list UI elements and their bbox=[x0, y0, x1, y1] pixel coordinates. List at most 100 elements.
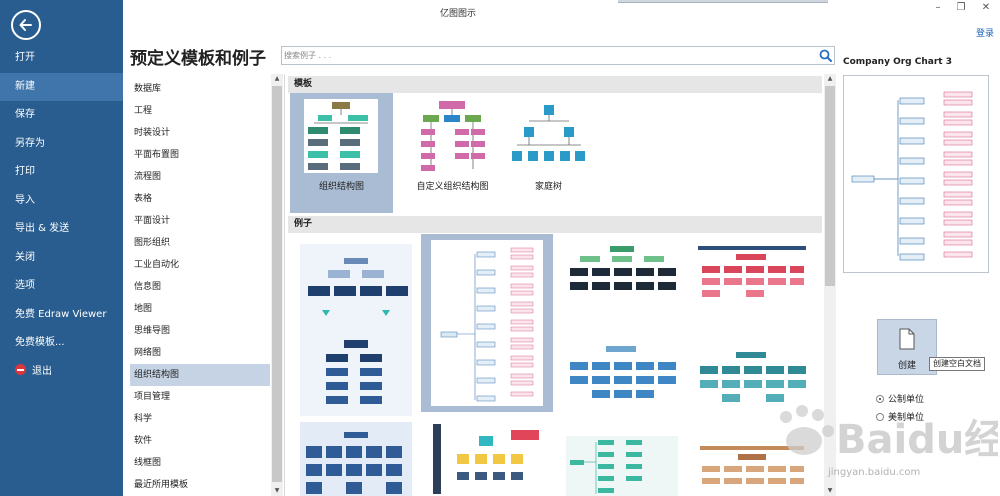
example-org-chart-red[interactable] bbox=[690, 238, 822, 416]
create-button[interactable]: 创建 bbox=[877, 319, 937, 375]
example-org-chart-green[interactable] bbox=[558, 238, 690, 416]
category-item[interactable]: 科学 bbox=[130, 408, 270, 430]
category-item[interactable]: 图形组织 bbox=[130, 232, 270, 254]
menu-item-label: 另存为 bbox=[15, 138, 45, 149]
svg-text:Baidu经验: Baidu经验 bbox=[836, 417, 998, 463]
category-item[interactable]: 工业自动化 bbox=[130, 254, 270, 276]
menu-item-label: 退出 bbox=[32, 366, 52, 377]
menu-item-label: 打印 bbox=[15, 166, 35, 177]
search-input[interactable] bbox=[284, 48, 804, 63]
menu-item-label: 免费 Edraw Viewer bbox=[15, 309, 107, 320]
menu-item-label: 打开 bbox=[15, 52, 35, 63]
menu-item-save[interactable]: 保存 bbox=[0, 101, 123, 129]
examples-section-header: 例子 bbox=[288, 216, 822, 233]
templates-section-header: 模板 bbox=[288, 76, 822, 93]
example-company-org-chart-3[interactable] bbox=[421, 234, 553, 412]
scroll-up-icon[interactable]: ▲ bbox=[824, 74, 836, 84]
close-icon[interactable]: ✕ bbox=[978, 2, 994, 13]
example-org-chart-yellow[interactable] bbox=[421, 418, 553, 496]
category-item[interactable]: 流程图 bbox=[130, 166, 270, 188]
arrow-left-icon bbox=[19, 19, 32, 31]
category-item[interactable]: 软件 bbox=[130, 430, 270, 452]
menu-item-label: 关闭 bbox=[15, 252, 35, 263]
category-item[interactable]: 思维导图 bbox=[130, 320, 270, 342]
preview-thumbnail bbox=[843, 75, 989, 273]
create-tooltip: 创建空白文档 bbox=[929, 357, 985, 371]
watermark-url: jingyan.baidu.com bbox=[828, 467, 921, 478]
org-chart-thumbnail bbox=[304, 99, 378, 173]
scrollbar-thumb[interactable] bbox=[272, 86, 282, 482]
category-item[interactable]: 工程 bbox=[130, 100, 270, 122]
category-item[interactable]: 数据库 bbox=[130, 78, 270, 100]
category-item[interactable]: 时装设计 bbox=[130, 122, 270, 144]
category-scrollbar[interactable]: ▲ ▼ bbox=[271, 74, 283, 496]
menu-item-new[interactable]: 新建 bbox=[0, 73, 123, 101]
example-thumbnail bbox=[431, 240, 543, 406]
template-family-tree[interactable]: 家庭树 bbox=[497, 93, 600, 213]
menu-item-label: 新建 bbox=[15, 81, 35, 92]
menu-item-exit[interactable]: 退出 bbox=[0, 358, 123, 386]
category-item[interactable]: 平面布置图 bbox=[130, 144, 270, 166]
template-org-chart[interactable]: 组织结构图 bbox=[290, 93, 393, 213]
menu-item-label: 免费模板... bbox=[15, 337, 65, 348]
category-item[interactable]: 表格 bbox=[130, 188, 270, 210]
login-link[interactable]: 登录 bbox=[976, 26, 994, 39]
back-button[interactable] bbox=[11, 10, 41, 40]
new-document-icon bbox=[899, 328, 915, 350]
menu-item-label: 导入 bbox=[15, 195, 35, 206]
menu-item-label: 选项 bbox=[15, 280, 35, 291]
search-icon[interactable] bbox=[819, 49, 832, 62]
menu-item-free-viewer[interactable]: 免费 Edraw Viewer bbox=[0, 301, 123, 329]
family-tree-thumbnail bbox=[511, 99, 585, 173]
page-title: 预定义模板和例子 bbox=[130, 49, 266, 69]
restore-icon[interactable]: ❐ bbox=[953, 2, 969, 13]
category-item[interactable]: 地图 bbox=[130, 298, 270, 320]
template-label: 组织结构图 bbox=[318, 182, 364, 192]
app-window: 打开 新建 保存 另存为 打印 导入 导出 & 发送 关闭 选项 免费 Edra… bbox=[0, 0, 1000, 496]
example-thumbnail bbox=[566, 342, 678, 414]
category-item[interactable]: 网络图 bbox=[130, 342, 270, 364]
floating-panel-edge bbox=[618, 0, 828, 3]
example-thumbnail bbox=[300, 244, 412, 416]
menu-item-close[interactable]: 关闭 bbox=[0, 244, 123, 272]
minimize-icon[interactable]: – bbox=[930, 2, 946, 13]
preview-title: Company Org Chart 3 bbox=[843, 57, 952, 67]
search-box bbox=[281, 46, 835, 65]
scroll-up-icon[interactable]: ▲ bbox=[271, 74, 283, 84]
example-org-chart-blue-photos[interactable] bbox=[296, 418, 428, 496]
scroll-down-icon[interactable]: ▼ bbox=[271, 486, 283, 496]
menu-item-free-templates[interactable]: 免费模板... bbox=[0, 329, 123, 357]
template-label: 家庭树 bbox=[534, 182, 562, 192]
category-item[interactable]: 最近所用模板 bbox=[130, 474, 270, 496]
radio-selected-icon bbox=[876, 395, 884, 403]
menu-item-label: 保存 bbox=[15, 109, 35, 120]
example-thumbnail bbox=[566, 436, 678, 496]
window-title: 亿图图示 bbox=[440, 9, 477, 19]
template-custom-org-chart[interactable]: 自定义组织结构图 bbox=[401, 93, 504, 213]
menu-item-options[interactable]: 选项 bbox=[0, 272, 123, 300]
example-org-chart-1[interactable] bbox=[296, 238, 428, 416]
category-item[interactable]: 项目管理 bbox=[130, 386, 270, 408]
example-org-chart-teal[interactable] bbox=[558, 418, 690, 496]
category-item-selected[interactable]: 组织结构图 bbox=[130, 364, 270, 386]
category-item[interactable]: 线框图 bbox=[130, 452, 270, 474]
example-thumbnail bbox=[566, 244, 678, 304]
example-thumbnail bbox=[431, 422, 543, 496]
template-gallery: 模板 组织结构图 自定义组织结构图 家庭树 例子 ▲ ▼ bbox=[286, 74, 836, 496]
menu-item-open[interactable]: 打开 bbox=[0, 44, 123, 72]
menu-item-export-send[interactable]: 导出 & 发送 bbox=[0, 215, 123, 243]
menu-item-import[interactable]: 导入 bbox=[0, 187, 123, 215]
create-button-label: 创建 bbox=[897, 361, 916, 371]
category-item[interactable]: 信息图 bbox=[130, 276, 270, 298]
exit-icon bbox=[15, 364, 26, 375]
menu-item-save-as[interactable]: 另存为 bbox=[0, 130, 123, 158]
example-thumbnail bbox=[696, 244, 808, 304]
menu-item-print[interactable]: 打印 bbox=[0, 158, 123, 186]
scrollbar-thumb[interactable] bbox=[825, 86, 835, 286]
menu-item-label: 导出 & 发送 bbox=[15, 223, 70, 234]
category-list: 数据库 工程 时装设计 平面布置图 流程图 表格 平面设计 图形组织 工业自动化… bbox=[130, 74, 285, 496]
category-item[interactable]: 平面设计 bbox=[130, 210, 270, 232]
template-label: 自定义组织结构图 bbox=[416, 182, 489, 192]
file-menu-sidebar: 打开 新建 保存 另存为 打印 导入 导出 & 发送 关闭 选项 免费 Edra… bbox=[0, 0, 123, 496]
custom-org-chart-thumbnail bbox=[415, 99, 489, 173]
